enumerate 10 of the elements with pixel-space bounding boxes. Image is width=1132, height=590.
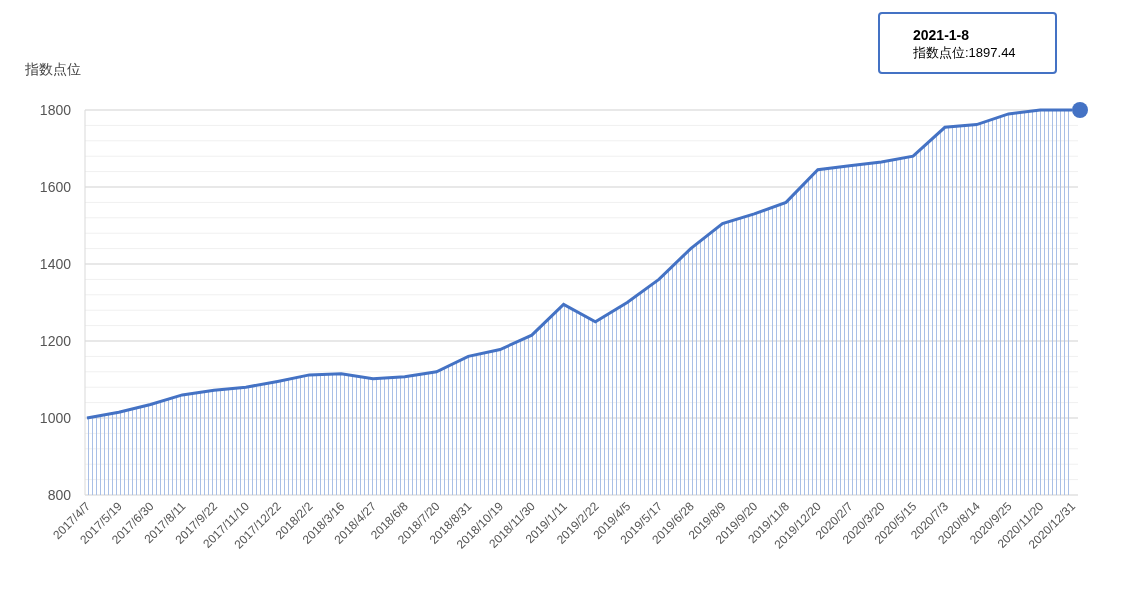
y-tick-label: 1000: [39, 410, 71, 426]
data-point-marker: [1072, 102, 1088, 118]
tooltip-value: 指数点位:1897.44: [913, 44, 1017, 62]
tooltip-title: 2021-1-8: [913, 26, 971, 44]
y-tick-label: 1400: [39, 256, 71, 272]
y-tick-label: 1200: [39, 333, 71, 349]
axis-title: 指数点位: [25, 61, 81, 77]
y-tick-label: 1600: [39, 179, 71, 195]
y-tick-label: 800: [47, 487, 71, 503]
y-tick-label: 1800: [39, 102, 71, 118]
